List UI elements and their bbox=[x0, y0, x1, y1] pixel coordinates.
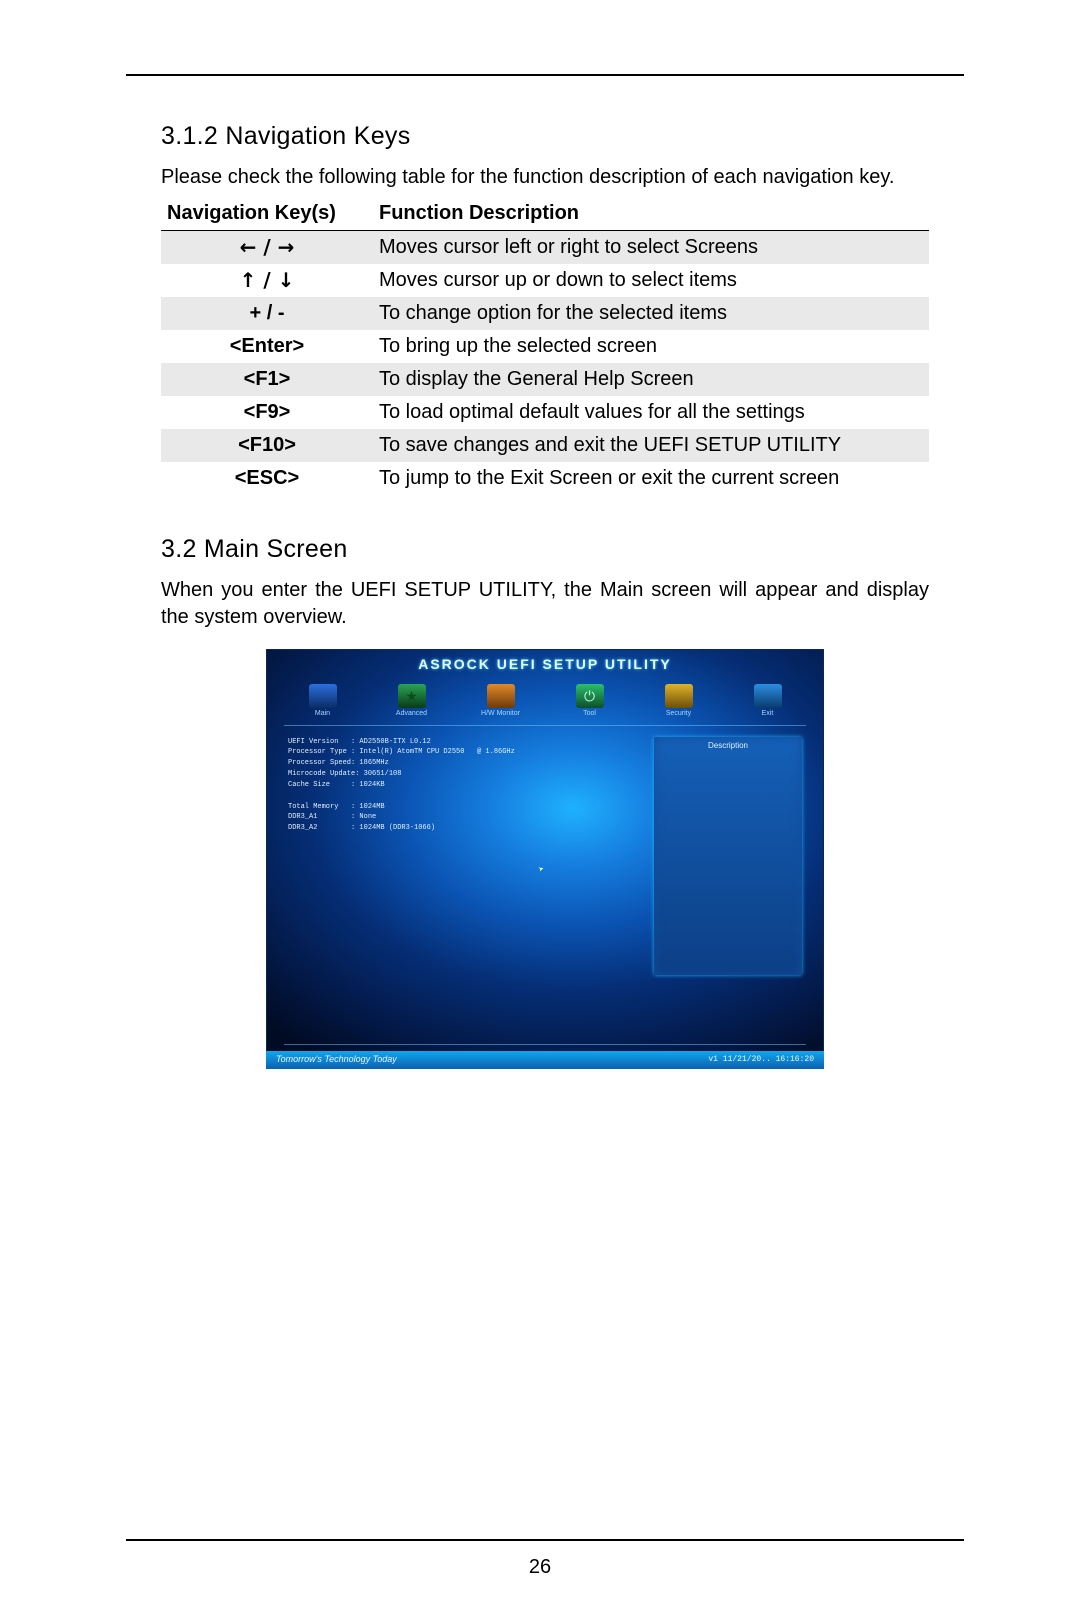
uefi-footer-left: Tomorrow's Technology Today bbox=[276, 1053, 397, 1065]
section-32-intro: When you enter the UEFI SETUP UTILITY, t… bbox=[161, 577, 929, 631]
page-content: 3.1.2 Navigation Keys Please check the f… bbox=[126, 76, 964, 1069]
key-enter: <Enter> bbox=[161, 330, 373, 363]
col-header-keys: Navigation Key(s) bbox=[161, 197, 373, 231]
uefi-sep-bottom bbox=[284, 1044, 806, 1045]
exit-icon bbox=[754, 684, 782, 708]
tab-label-advanced: Advanced bbox=[396, 710, 427, 717]
desc-f1: To display the General Help Screen bbox=[373, 363, 929, 396]
key-f10: <F10> bbox=[161, 429, 373, 462]
section-heading-32: 3.2 Main Screen bbox=[161, 533, 929, 567]
tab-label-hwmon: H/W Monitor bbox=[481, 710, 520, 717]
key-f1: <F1> bbox=[161, 363, 373, 396]
uefi-description-label: Description bbox=[654, 741, 802, 752]
uefi-tab-exit: Exit bbox=[733, 684, 802, 718]
desc-esc: To jump to the Exit Screen or exit the c… bbox=[373, 462, 929, 495]
section-312-intro: Please check the following table for the… bbox=[161, 164, 929, 191]
star-icon bbox=[398, 684, 426, 708]
key-up-down: ↑ / ↓ bbox=[161, 264, 373, 297]
tab-label-tool: Tool bbox=[583, 710, 596, 717]
bottom-rule bbox=[126, 1539, 964, 1541]
col-header-desc: Function Description bbox=[373, 197, 929, 231]
uefi-tab-security: Security bbox=[644, 684, 713, 718]
desc-left-right: Moves cursor left or right to select Scr… bbox=[373, 230, 929, 264]
tab-label-security: Security bbox=[666, 710, 691, 717]
desc-enter: To bring up the selected screen bbox=[373, 330, 929, 363]
section-heading-312: 3.1.2 Navigation Keys bbox=[161, 120, 929, 154]
uefi-footer-right: v1 11/21/20.. 16:16:20 bbox=[708, 1055, 814, 1066]
uefi-tab-hwmon: H/W Monitor bbox=[466, 684, 535, 718]
page-number: 26 bbox=[0, 1554, 1080, 1581]
tab-label-exit: Exit bbox=[762, 710, 774, 717]
uefi-description-panel: Description bbox=[654, 737, 802, 975]
monitor-icon bbox=[487, 684, 515, 708]
key-plus-minus: + / - bbox=[161, 297, 373, 330]
desc-plus-minus: To change option for the selected items bbox=[373, 297, 929, 330]
key-left-right: ← / → bbox=[161, 230, 373, 264]
uefi-sep-top bbox=[284, 725, 806, 726]
main-tab-icon bbox=[309, 684, 337, 708]
power-icon bbox=[576, 684, 604, 708]
key-esc: <ESC> bbox=[161, 462, 373, 495]
uefi-tab-tool: Tool bbox=[555, 684, 624, 718]
key-f9: <F9> bbox=[161, 396, 373, 429]
uefi-tab-main: Main bbox=[288, 684, 357, 718]
navigation-keys-table: Navigation Key(s) Function Description ←… bbox=[161, 197, 929, 495]
cursor-icon bbox=[537, 863, 546, 876]
desc-f9: To load optimal default values for all t… bbox=[373, 396, 929, 429]
uefi-screenshot-wrap: ASROCK UEFI SETUP UTILITY Main Advanced … bbox=[161, 649, 929, 1069]
manual-page: 3.1.2 Navigation Keys Please check the f… bbox=[0, 0, 1080, 1619]
uefi-sysinfo: UEFI Version : AD2550B-ITX L0.12 Process… bbox=[288, 737, 515, 835]
tab-label-main: Main bbox=[315, 710, 330, 717]
uefi-screenshot: ASROCK UEFI SETUP UTILITY Main Advanced … bbox=[266, 649, 824, 1069]
shield-icon bbox=[665, 684, 693, 708]
uefi-tab-advanced: Advanced bbox=[377, 684, 446, 718]
desc-f10: To save changes and exit the UEFI SETUP … bbox=[373, 429, 929, 462]
uefi-tab-row: Main Advanced H/W Monitor Tool Security … bbox=[288, 675, 802, 719]
desc-up-down: Moves cursor up or down to select items bbox=[373, 264, 929, 297]
uefi-title: ASROCK UEFI SETUP UTILITY bbox=[266, 655, 824, 674]
